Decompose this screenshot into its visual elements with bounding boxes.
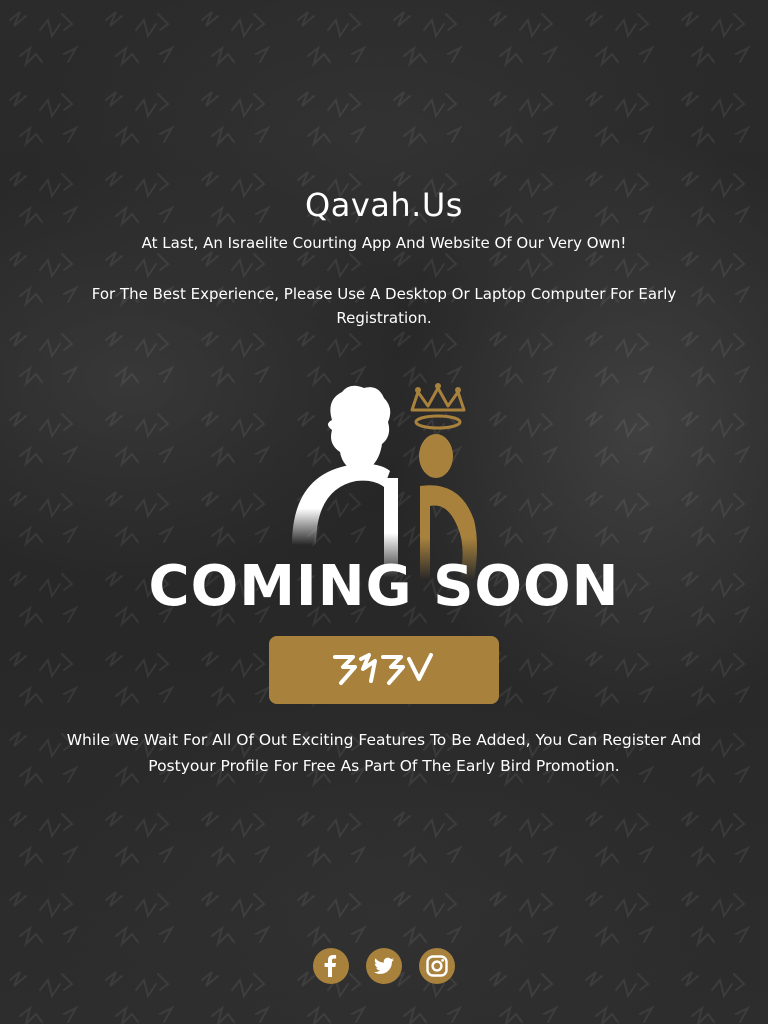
twitter-icon: [374, 957, 394, 974]
social-links: [0, 948, 768, 984]
man-silhouette: [292, 385, 398, 578]
coming-soon-heading: COMING SOON: [148, 554, 620, 619]
site-title: Qavah.Us: [305, 186, 463, 224]
twitter-link[interactable]: [366, 948, 402, 984]
facebook-link[interactable]: [313, 948, 349, 984]
woman-silhouette: [410, 383, 477, 580]
promo-text: While We Wait For All Of Out Exciting Fe…: [66, 731, 702, 775]
couple-logo: [292, 383, 477, 580]
desktop-notice: For The Best Experience, Please Use A De…: [91, 285, 677, 327]
register-button[interactable]: ﻻﺴﻤﺮ: [269, 636, 499, 704]
landing-page: Qavah.Us At Last, An Israelite Courting …: [0, 0, 768, 1024]
facebook-icon: [324, 955, 337, 977]
instagram-link[interactable]: [419, 948, 455, 984]
tagline: At Last, An Israelite Courting App And W…: [141, 234, 627, 252]
register-button-glyphs: [333, 653, 433, 685]
instagram-icon: [426, 955, 448, 977]
